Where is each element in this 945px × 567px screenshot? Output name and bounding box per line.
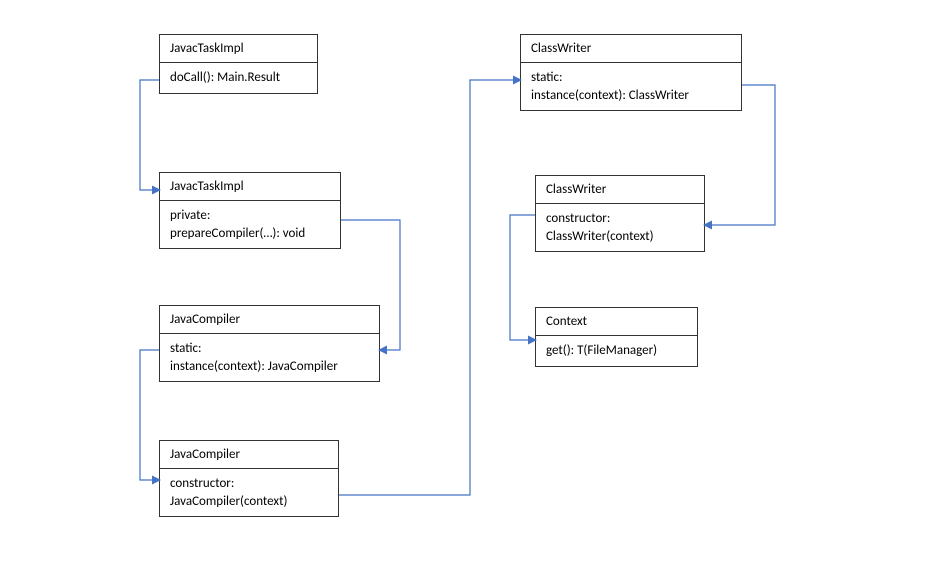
uml-title: ClassWriter (536, 176, 704, 204)
uml-title: JavacTaskImpl (160, 35, 317, 63)
uml-class-javactaskimpl-preparecompiler: JavacTaskImpl private: prepareCompiler(…… (159, 172, 341, 249)
uml-class-javactaskimpl-docall: JavacTaskImpl doCall(): Main.Result (159, 34, 318, 94)
arrow-b1-to-b2 (140, 80, 159, 190)
connector-layer (0, 0, 945, 567)
uml-class-context-get: Context get(): T(FileManager) (535, 307, 698, 367)
uml-class-classwriter-constructor: ClassWriter constructor: ClassWriter(con… (535, 175, 705, 252)
arrow-b3-to-b4 (140, 350, 159, 480)
uml-title: JavaCompiler (160, 441, 338, 469)
uml-body: static: instance(context): ClassWriter (521, 63, 741, 110)
uml-title: ClassWriter (521, 35, 741, 63)
uml-title: JavacTaskImpl (160, 173, 340, 201)
uml-title: Context (536, 308, 697, 336)
uml-body: constructor: ClassWriter(context) (536, 204, 704, 251)
uml-body: constructor: JavaCompiler(context) (160, 469, 338, 516)
uml-body: private: prepareCompiler(…): void (160, 201, 340, 248)
arrow-b4-to-b5 (339, 80, 520, 495)
uml-body: get(): T(FileManager) (536, 336, 697, 366)
arrow-b6-to-b7 (510, 215, 535, 340)
uml-body: doCall(): Main.Result (160, 63, 317, 93)
uml-class-classwriter-instance: ClassWriter static: instance(context): C… (520, 34, 742, 111)
uml-class-javacompiler-instance: JavaCompiler static: instance(context): … (159, 305, 380, 382)
uml-body: static: instance(context): JavaCompiler (160, 334, 379, 381)
uml-title: JavaCompiler (160, 306, 379, 334)
uml-class-javacompiler-constructor: JavaCompiler constructor: JavaCompiler(c… (159, 440, 339, 517)
